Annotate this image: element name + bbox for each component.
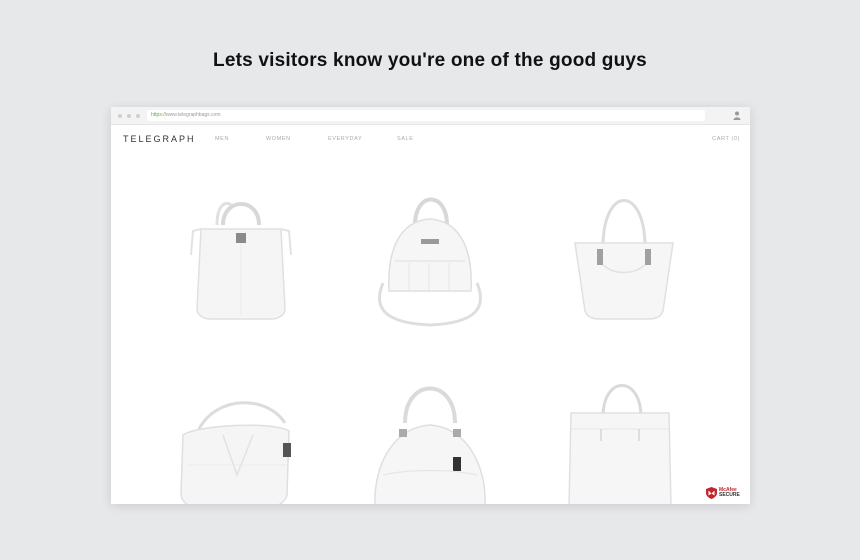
white-bowling-bag-icon[interactable] [369,379,491,504]
window-dot [136,114,140,118]
user-icon[interactable] [733,111,741,120]
address-bar[interactable]: https://www.telegraphbags.com [147,110,705,121]
white-dome-satchel-icon[interactable] [369,191,491,329]
page-headline: Lets visitors know you're one of the goo… [213,50,647,71]
badge-label: SECURE [719,492,740,498]
nav-link-women[interactable]: WOMEN [266,136,291,142]
browser-window: https://www.telegraphbags.com TELEGRAPH … [111,107,750,504]
white-tote-bag-icon[interactable] [187,195,295,321]
url-protocol: https:// [151,112,167,118]
window-dot [127,114,131,118]
white-hobo-bag-icon[interactable] [177,395,299,504]
url-host: www.telegraphbags.com [166,112,221,118]
white-square-tote-icon[interactable] [567,381,673,504]
white-shoulder-tote-icon[interactable] [569,191,679,321]
nav-link-men[interactable]: MEN [215,136,229,142]
mcafee-secure-badge[interactable]: McAfee SECURE [706,486,746,500]
shield-icon [706,487,717,499]
site-nav: TELEGRAPH MEN WOMEN EVERYDAY SALE CART (… [111,133,750,147]
browser-toolbar: https://www.telegraphbags.com [111,107,750,125]
brand-logo[interactable]: TELEGRAPH [123,134,196,144]
nav-link-sale[interactable]: SALE [397,136,413,142]
window-dot [118,114,122,118]
cart-link[interactable]: CART (0) [712,136,740,142]
nav-link-everyday[interactable]: EVERYDAY [328,136,362,142]
